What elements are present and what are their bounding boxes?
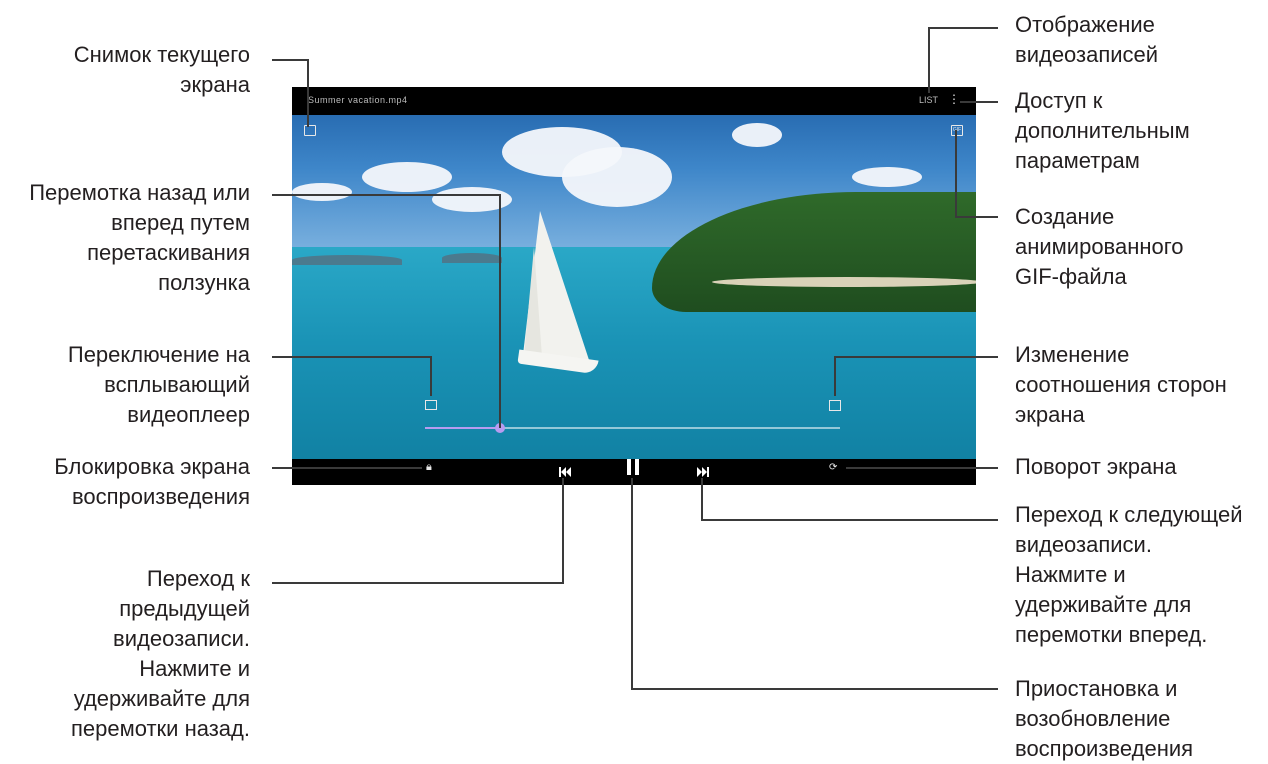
- label-ratio: Изменение соотношения сторон экрана: [1015, 342, 1227, 427]
- callout-line: [928, 27, 998, 29]
- popup-player-icon[interactable]: [425, 400, 437, 410]
- label-rotate: Поворот экрана: [1015, 454, 1177, 479]
- callout-line: [430, 356, 432, 396]
- more-options-icon[interactable]: ⋮: [948, 93, 960, 105]
- player-top-bar: Summer vacation.mp4 LIST ⋮: [292, 87, 976, 115]
- callout-line: [631, 478, 633, 690]
- label-next: Переход к следующей видеозаписи. Нажмите…: [1015, 502, 1243, 647]
- skip-previous-icon[interactable]: [559, 464, 571, 477]
- sailboat-jib: [524, 247, 542, 357]
- seek-bar[interactable]: [425, 423, 840, 433]
- cloud: [362, 162, 452, 192]
- distant-island: [442, 253, 502, 263]
- label-videos: Отображение видеозаписей: [1015, 12, 1159, 67]
- rotate-icon[interactable]: ⟳: [829, 462, 837, 474]
- screenshot-icon[interactable]: [304, 125, 316, 136]
- callout-line: [702, 519, 998, 521]
- videos-list-button[interactable]: LIST: [919, 95, 938, 105]
- callout-line: [272, 582, 564, 584]
- callout-line: [846, 467, 998, 469]
- video-player[interactable]: Summer vacation.mp4 LIST ⋮ GIF 🔒︎ ⟳: [292, 87, 976, 485]
- callout-line: [307, 59, 309, 127]
- pause-icon[interactable]: [627, 459, 639, 475]
- cloud: [732, 123, 782, 147]
- label-seek: Перемотка назад или вперед путем перетас…: [29, 180, 250, 295]
- cloud: [292, 183, 352, 201]
- label-lock: Блокировка экрана воспроизведения: [54, 454, 250, 509]
- gif-icon[interactable]: GIF: [951, 125, 963, 136]
- callout-line: [562, 478, 564, 584]
- callout-line: [701, 478, 703, 521]
- label-gif: Создание анимированного GIF-файла: [1015, 204, 1184, 289]
- label-more: Доступ к дополнительным параметрам: [1015, 88, 1190, 173]
- aspect-ratio-icon[interactable]: [829, 400, 841, 411]
- label-screenshot: Снимок текущего экрана: [73, 42, 250, 97]
- callout-line: [272, 356, 432, 358]
- callout-line: [499, 194, 501, 428]
- callout-line: [632, 688, 998, 690]
- distant-island: [292, 255, 402, 265]
- callout-line: [272, 194, 501, 196]
- callout-line: [834, 356, 836, 396]
- callout-line: [835, 356, 998, 358]
- seek-progress: [425, 427, 500, 429]
- callout-line: [955, 130, 957, 218]
- video-title: Summer vacation.mp4: [308, 95, 408, 105]
- callout-line: [272, 467, 422, 469]
- cloud: [852, 167, 922, 187]
- beach: [712, 277, 976, 287]
- label-popup: Переключение на всплывающий видеоплеер: [67, 342, 250, 427]
- lock-icon[interactable]: 🔒︎: [426, 461, 432, 473]
- callout-line: [960, 101, 998, 103]
- skip-next-icon[interactable]: [697, 464, 709, 477]
- callout-line: [956, 216, 998, 218]
- callout-line: [928, 27, 930, 93]
- cloud: [562, 147, 672, 207]
- label-prev: Переход к предыдущей видеозаписи. Нажмит…: [70, 566, 250, 741]
- label-pause: Приостановка и возобновление воспроизвед…: [1015, 676, 1194, 761]
- callout-line: [272, 59, 308, 61]
